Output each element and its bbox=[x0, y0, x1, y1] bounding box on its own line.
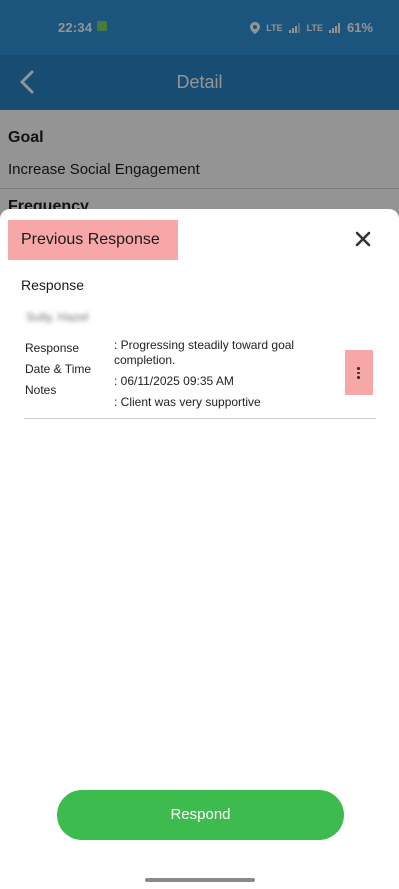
response-field-values: : Progressing steadily toward goal compl… bbox=[114, 338, 329, 416]
response-section-label: Response bbox=[21, 277, 85, 293]
sheet-title: Previous Response bbox=[21, 231, 160, 248]
datetime-label: Date & Time bbox=[25, 362, 92, 376]
datetime-value: : 06/11/2025 09:35 AM bbox=[114, 374, 234, 388]
close-icon[interactable] bbox=[353, 229, 373, 249]
response-label: Response bbox=[25, 341, 80, 355]
notes-value: : Client was very supportive bbox=[114, 395, 261, 409]
response-field-labels: Response Date & Time Notes bbox=[25, 338, 91, 401]
list-divider bbox=[24, 418, 376, 419]
respondent-name: Sully, Hazel bbox=[26, 310, 89, 324]
more-vertical-icon bbox=[357, 367, 360, 381]
respond-button[interactable]: Respond bbox=[57, 790, 344, 840]
notes-label: Notes bbox=[25, 383, 57, 397]
more-options-button[interactable] bbox=[345, 350, 373, 395]
response-value: : Progressing steadily toward goal compl… bbox=[114, 338, 295, 367]
home-indicator[interactable] bbox=[145, 878, 255, 882]
previous-response-sheet: Previous Response Response Sully, Hazel … bbox=[0, 209, 399, 889]
app-screen: 22:34 LTE LTE 61% Detail Goal Increase S… bbox=[0, 0, 399, 889]
sheet-title-highlight: Previous Response bbox=[8, 220, 178, 260]
